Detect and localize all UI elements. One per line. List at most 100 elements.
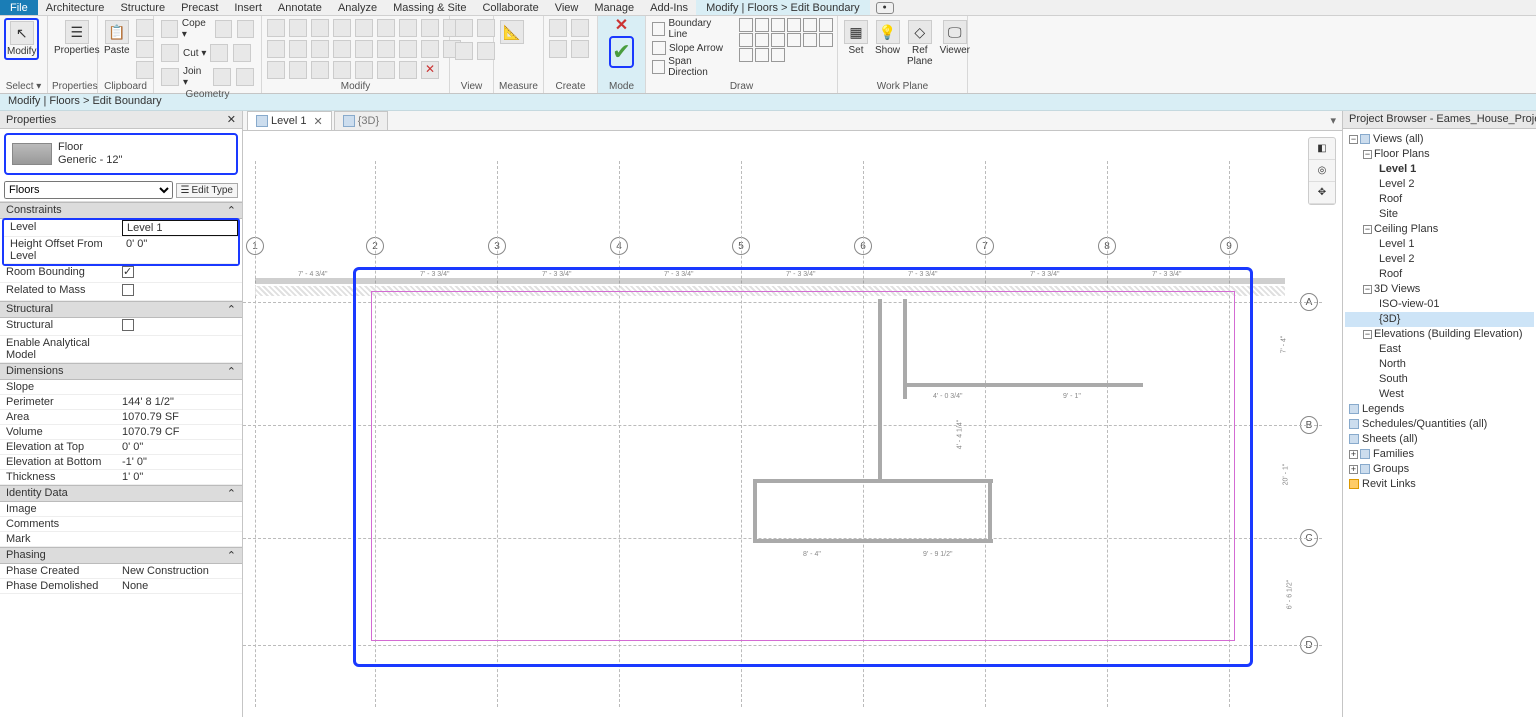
create4-icon[interactable] — [571, 40, 589, 58]
group-phasing[interactable]: Phasing⌃ — [0, 547, 242, 564]
paste-button[interactable]: 📋 Paste — [102, 18, 132, 58]
properties-close-icon[interactable]: ✕ — [227, 113, 236, 126]
join-button[interactable]: Join ▾ — [158, 66, 257, 88]
draw-arc4-icon[interactable] — [755, 33, 769, 47]
modify-button[interactable]: ↖ Modify — [4, 18, 39, 60]
menu-file[interactable]: File — [0, 0, 38, 15]
draw-circ-icon[interactable] — [787, 18, 801, 32]
scale-icon[interactable] — [333, 61, 351, 79]
node-fp-site[interactable]: Site — [1345, 207, 1534, 222]
view1-icon[interactable] — [455, 19, 473, 37]
menu-precast[interactable]: Precast — [173, 2, 226, 14]
draw-pickwall-icon[interactable] — [755, 48, 769, 62]
mod-05-icon[interactable] — [421, 19, 439, 37]
tab-3d[interactable]: {3D} — [334, 111, 388, 130]
boundary-line-button[interactable]: Boundary Line — [650, 18, 732, 40]
node-elev-east[interactable]: East — [1345, 342, 1534, 357]
pan-icon[interactable]: ✥ — [1309, 182, 1335, 204]
align-icon[interactable] — [267, 19, 285, 37]
node-families[interactable]: +Families — [1345, 447, 1534, 462]
menu-addins[interactable]: Add-Ins — [642, 2, 696, 14]
node-legends[interactable]: Legends — [1345, 402, 1534, 417]
draw-fillet-icon[interactable] — [771, 33, 785, 47]
node-elevations[interactable]: −Elevations (Building Elevation) — [1345, 327, 1534, 342]
drawing-canvas[interactable]: ◧ ◎ ✥ 1 2 3 4 5 6 7 8 9 A B C D 7' - 4 3… — [243, 131, 1342, 717]
structural-checkbox[interactable] — [122, 319, 134, 331]
mod-10-icon[interactable] — [421, 40, 439, 58]
delete-icon[interactable]: ✕ — [421, 61, 439, 79]
menu-annotate[interactable]: Annotate — [270, 2, 330, 14]
show-button[interactable]: 💡Show — [873, 18, 902, 58]
draw-ellipse-icon[interactable] — [803, 33, 817, 47]
phase-created-field[interactable]: New Construction — [118, 564, 242, 578]
node-cp-roof[interactable]: Roof — [1345, 267, 1534, 282]
node-cp-level2[interactable]: Level 2 — [1345, 252, 1534, 267]
comments-field[interactable] — [118, 517, 242, 531]
geom5-icon[interactable] — [213, 68, 231, 86]
navcube-icon[interactable]: ◧ — [1309, 138, 1335, 160]
set-button[interactable]: ▦Set — [842, 18, 870, 58]
mod-07-icon[interactable] — [333, 40, 351, 58]
node-groups[interactable]: +Groups — [1345, 462, 1534, 477]
cut-icon[interactable] — [136, 19, 154, 37]
node-sheets[interactable]: Sheets (all) — [1345, 432, 1534, 447]
enable-analytical-field[interactable] — [118, 336, 242, 362]
node-schedules[interactable]: Schedules/Quantities (all) — [1345, 417, 1534, 432]
menu-analyze[interactable]: Analyze — [330, 2, 385, 14]
cancel-mode-icon[interactable]: ✕ — [615, 18, 628, 34]
view4-icon[interactable] — [477, 42, 495, 60]
slope-arrow-button[interactable]: Slope Arrow — [650, 41, 732, 55]
navigation-bar[interactable]: ◧ ◎ ✥ — [1308, 137, 1336, 205]
node-fp-level2[interactable]: Level 2 — [1345, 177, 1534, 192]
match-icon[interactable] — [136, 61, 154, 79]
mod-08-icon[interactable] — [355, 40, 373, 58]
view2-icon[interactable] — [477, 19, 495, 37]
mod-12-icon[interactable] — [355, 61, 373, 79]
tab-level1-close-icon[interactable]: ✕ — [313, 115, 322, 128]
type-selector[interactable]: Floor Generic - 12" — [4, 133, 238, 175]
node-elev-west[interactable]: West — [1345, 387, 1534, 402]
node-cp-level1[interactable]: Level 1 — [1345, 237, 1534, 252]
record-icon[interactable] — [876, 2, 894, 14]
draw-picksupport-icon[interactable] — [771, 48, 785, 62]
geom4-icon[interactable] — [233, 44, 251, 62]
geom2-icon[interactable] — [237, 20, 254, 38]
menu-view[interactable]: View — [547, 2, 587, 14]
filter-dropdown[interactable]: Floors — [4, 181, 173, 199]
create3-icon[interactable] — [549, 40, 567, 58]
mirror-icon[interactable] — [311, 19, 329, 37]
room-bounding-checkbox[interactable] — [122, 266, 134, 278]
draw-line-icon[interactable] — [739, 18, 753, 32]
draw-arc3-icon[interactable] — [739, 33, 753, 47]
rotate-icon[interactable] — [311, 40, 329, 58]
viewer-button[interactable]: 🖵Viewer — [938, 18, 972, 58]
floor-sketch-boundary[interactable] — [371, 291, 1235, 641]
measure-button[interactable]: 📐 — [498, 18, 526, 46]
node-ceilingplans[interactable]: −Ceiling Plans — [1345, 222, 1534, 237]
tabs-menu-icon[interactable]: ▾ — [1324, 114, 1342, 127]
group-structural[interactable]: Structural⌃ — [0, 301, 242, 318]
mod-14-icon[interactable] — [399, 61, 417, 79]
draw-pick-icon[interactable] — [739, 48, 753, 62]
menu-architecture[interactable]: Architecture — [38, 2, 113, 14]
menu-structure[interactable]: Structure — [112, 2, 173, 14]
geom1-icon[interactable] — [215, 20, 232, 38]
pin-icon[interactable] — [311, 61, 329, 79]
menu-collaborate[interactable]: Collaborate — [474, 2, 546, 14]
draw-poly-icon[interactable] — [771, 18, 785, 32]
menu-massing[interactable]: Massing & Site — [385, 2, 474, 14]
menu-manage[interactable]: Manage — [586, 2, 642, 14]
node-elev-south[interactable]: South — [1345, 372, 1534, 387]
node-fp-roof[interactable]: Roof — [1345, 192, 1534, 207]
geom6-icon[interactable] — [236, 68, 254, 86]
span-direction-button[interactable]: Span Direction — [650, 56, 732, 78]
view3-icon[interactable] — [455, 42, 473, 60]
height-offset-field[interactable]: 0' 0" — [122, 237, 238, 263]
draw-partial-icon[interactable] — [819, 33, 833, 47]
menu-insert[interactable]: Insert — [226, 2, 270, 14]
node-floorplans[interactable]: −Floor Plans — [1345, 147, 1534, 162]
finish-edit-button[interactable]: ✔ — [609, 36, 633, 68]
mod-01-icon[interactable] — [333, 19, 351, 37]
refplane-button[interactable]: ◇Ref Plane — [905, 18, 935, 69]
node-elev-north[interactable]: North — [1345, 357, 1534, 372]
